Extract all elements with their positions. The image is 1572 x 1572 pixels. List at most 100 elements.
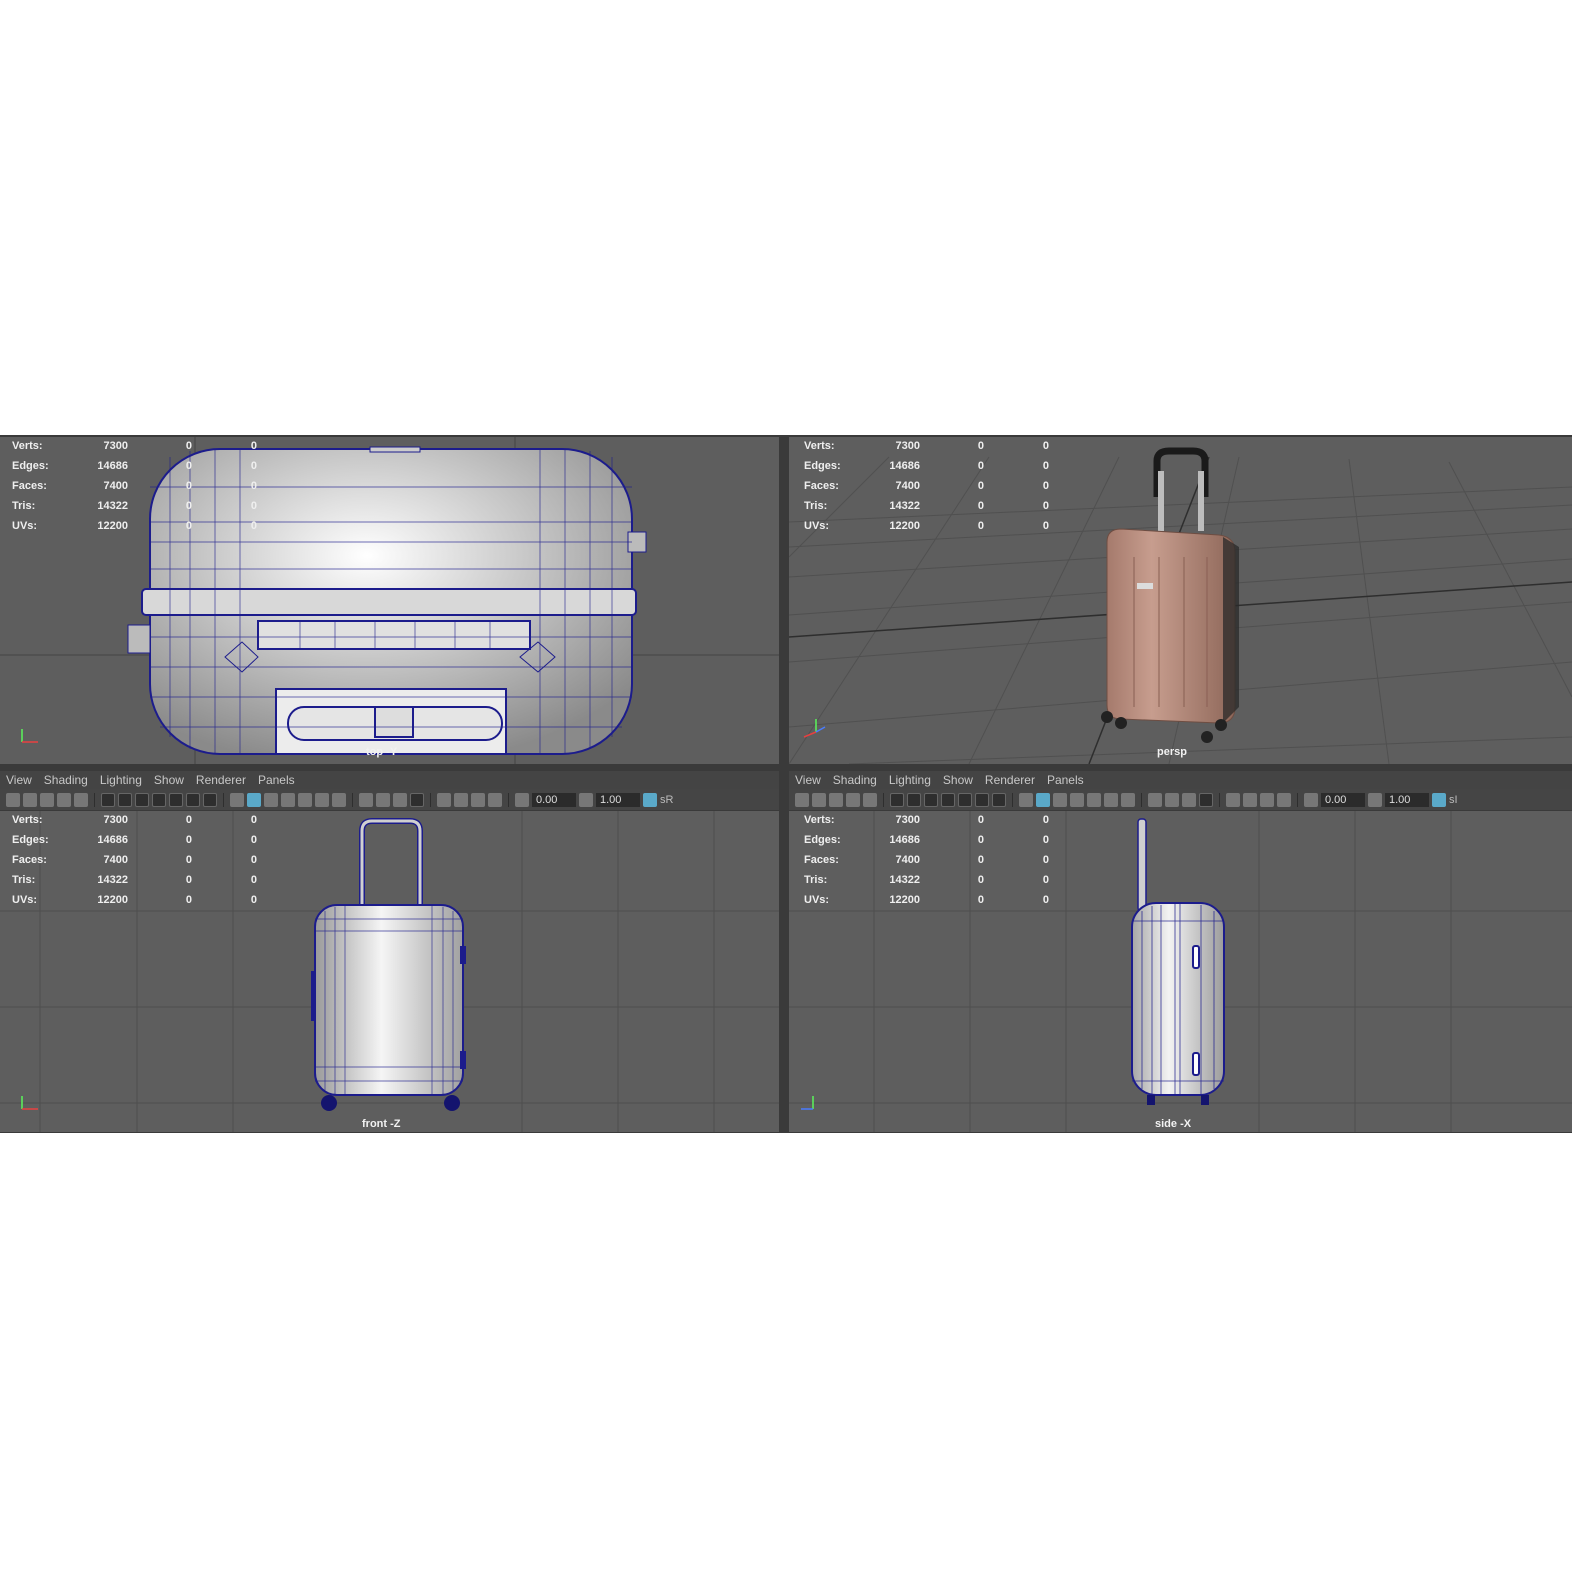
gamma-icon[interactable] <box>579 792 593 807</box>
menu-shading[interactable]: Shading <box>827 771 883 787</box>
image-plane-icon[interactable] <box>846 792 860 807</box>
safe-action-icon[interactable] <box>186 792 200 807</box>
grid-icon[interactable] <box>101 792 115 807</box>
anti-aliasing-icon[interactable] <box>1199 792 1213 807</box>
viewport-top[interactable]: Verts: 7300 0 0 Edges: 14686 0 0 Faces: 7400 0 0 … <box>0 437 779 764</box>
exposure-field[interactable]: 0.00 <box>532 792 576 807</box>
motion-blur-icon[interactable] <box>1182 792 1196 807</box>
anti-aliasing-icon[interactable] <box>410 792 424 807</box>
viewport-front[interactable]: Verts: 7300 0 0 Edges: 14686 0 0 Faces: 7400 0 0 … <box>0 811 779 1132</box>
grid-icon[interactable] <box>890 792 904 807</box>
gate-mask-icon[interactable] <box>941 792 955 807</box>
axis-gizmo-persp <box>803 719 826 738</box>
wireframe-on-shaded-icon[interactable] <box>281 792 295 807</box>
grease-pencil-icon[interactable] <box>74 792 88 807</box>
textured-icon[interactable] <box>1104 792 1118 807</box>
backface-culling-icon[interactable] <box>488 792 502 807</box>
bookmark-icon[interactable] <box>40 792 54 807</box>
hud-row: Faces: 7400 0 0 <box>804 854 1049 866</box>
xray-icon[interactable] <box>298 792 312 807</box>
motion-blur-icon[interactable] <box>393 792 407 807</box>
camera-label-side: side -X <box>1155 1118 1192 1130</box>
menu-renderer[interactable]: Renderer <box>979 771 1041 787</box>
ambient-occlusion-icon[interactable] <box>376 792 390 807</box>
default-lighting-icon[interactable] <box>1053 792 1067 807</box>
hud-row: Tris: 14322 0 0 <box>804 874 1049 886</box>
camera-icon[interactable] <box>795 792 809 807</box>
grease-pencil-icon[interactable] <box>863 792 877 807</box>
wireframe-icon[interactable] <box>230 792 244 807</box>
menu-panels[interactable]: Panels <box>1041 771 1090 787</box>
xray-icon[interactable] <box>1087 792 1101 807</box>
camera-label-top: top -Y <box>366 746 398 758</box>
smooth-shade-icon[interactable] <box>1036 792 1050 807</box>
hud-row: Edges: 14686 0 0 <box>12 460 257 472</box>
backface-culling-icon[interactable] <box>1277 792 1291 807</box>
image-plane-icon[interactable] <box>57 792 71 807</box>
menu-shading[interactable]: Shading <box>38 771 94 787</box>
panel-menubar-side: View Shading Lighting Show Renderer Panels <box>789 771 1572 789</box>
hud-row: Verts: 7300 0 0 <box>12 440 257 452</box>
ambient-occlusion-icon[interactable] <box>1165 792 1179 807</box>
film-gate-icon[interactable] <box>118 792 132 807</box>
menu-show[interactable]: Show <box>937 771 979 787</box>
shadows-icon[interactable] <box>359 792 373 807</box>
xray-joints-icon[interactable] <box>454 792 468 807</box>
hud-row: Verts: 7300 0 0 <box>804 440 1049 452</box>
xray-joints-icon[interactable] <box>1243 792 1257 807</box>
camera-label-persp: persp <box>1157 746 1187 758</box>
hud-stats-top: Verts: 7300 0 0 Edges: 14686 0 0 Faces: 7400 0 0 … <box>12 440 272 540</box>
camera-attributes-icon[interactable] <box>23 792 37 807</box>
hud-row: Edges: 14686 0 0 <box>804 460 1049 472</box>
camera-attributes-icon[interactable] <box>812 792 826 807</box>
gamma-field[interactable]: 1.00 <box>1385 792 1429 807</box>
resolution-gate-icon[interactable] <box>924 792 938 807</box>
use-all-lights-icon[interactable] <box>1121 792 1135 807</box>
hud-row: Edges: 14686 0 0 <box>12 834 257 846</box>
exposure-icon[interactable] <box>1304 792 1318 807</box>
menu-show[interactable]: Show <box>148 771 190 787</box>
field-chart-icon[interactable] <box>958 792 972 807</box>
hud-stats-side: Verts: 7300 0 0 Edges: 14686 0 0 Faces: 7400 0 0 … <box>804 814 1064 914</box>
exposure-icon[interactable] <box>515 792 529 807</box>
camera-icon[interactable] <box>6 792 20 807</box>
color-space-label[interactable]: sR <box>660 794 673 806</box>
safe-title-icon[interactable] <box>992 792 1006 807</box>
menu-view[interactable]: View <box>0 771 38 787</box>
toolbar-separator <box>1219 792 1220 807</box>
toolbar-separator <box>1141 792 1142 807</box>
default-lighting-icon[interactable] <box>264 792 278 807</box>
menu-view[interactable]: View <box>789 771 827 787</box>
toolbar-separator <box>94 792 95 807</box>
resolution-gate-icon[interactable] <box>135 792 149 807</box>
viewport-persp[interactable]: Verts: 7300 0 0 Edges: 14686 0 0 Faces: 7400 0 0 … <box>789 437 1572 764</box>
wireframe-icon[interactable] <box>1019 792 1033 807</box>
xray-active-icon[interactable] <box>1260 792 1274 807</box>
gate-mask-icon[interactable] <box>152 792 166 807</box>
menu-lighting[interactable]: Lighting <box>94 771 148 787</box>
gamma-icon[interactable] <box>1368 792 1382 807</box>
xray-active-icon[interactable] <box>471 792 485 807</box>
menu-lighting[interactable]: Lighting <box>883 771 937 787</box>
color-space-label[interactable]: sI <box>1449 794 1458 806</box>
color-management-icon[interactable] <box>643 792 657 807</box>
film-gate-icon[interactable] <box>907 792 921 807</box>
safe-title-icon[interactable] <box>203 792 217 807</box>
bookmark-icon[interactable] <box>829 792 843 807</box>
use-all-lights-icon[interactable] <box>332 792 346 807</box>
field-chart-icon[interactable] <box>169 792 183 807</box>
panel-menubar-front: View Shading Lighting Show Renderer Panels <box>0 771 779 789</box>
isolate-select-icon[interactable] <box>437 792 451 807</box>
viewport-side[interactable]: Verts: 7300 0 0 Edges: 14686 0 0 Faces: 7400 0 0 … <box>789 811 1572 1132</box>
exposure-field[interactable]: 0.00 <box>1321 792 1365 807</box>
menu-renderer[interactable]: Renderer <box>190 771 252 787</box>
color-management-icon[interactable] <box>1432 792 1446 807</box>
menu-panels[interactable]: Panels <box>252 771 301 787</box>
safe-action-icon[interactable] <box>975 792 989 807</box>
textured-icon[interactable] <box>315 792 329 807</box>
isolate-select-icon[interactable] <box>1226 792 1240 807</box>
wireframe-on-shaded-icon[interactable] <box>1070 792 1084 807</box>
smooth-shade-icon[interactable] <box>247 792 261 807</box>
shadows-icon[interactable] <box>1148 792 1162 807</box>
gamma-field[interactable]: 1.00 <box>596 792 640 807</box>
